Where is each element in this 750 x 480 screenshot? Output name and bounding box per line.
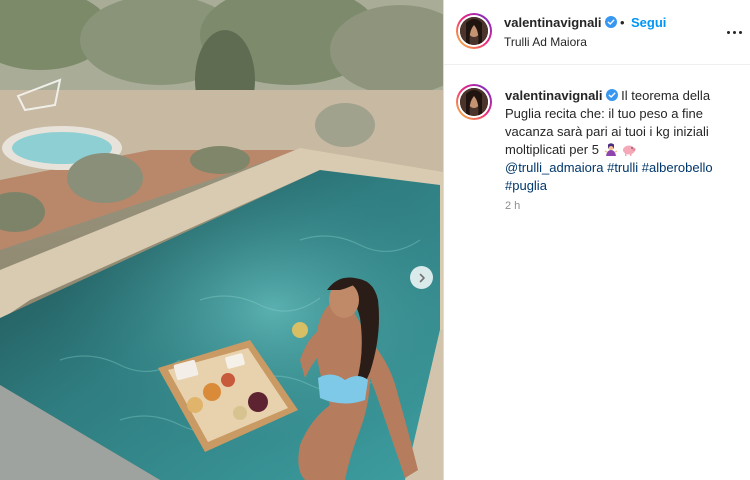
woman-shrugging-emoji-icon [604,143,617,156]
hashtag-link[interactable]: #trulli [607,160,638,175]
avatar[interactable] [456,13,492,49]
avatar-image [460,17,488,45]
verified-badge-icon [605,89,618,101]
mention-link[interactable]: @trulli_admaiora [505,160,603,175]
hashtag-link[interactable]: #alberobello [642,160,713,175]
caption-username[interactable]: valentinavignali [505,88,603,103]
more-options-icon[interactable] [724,24,744,40]
hashtag-link[interactable]: #puglia [505,178,547,193]
post-header: valentinavignali • Segui Trulli Ad Maior… [444,0,750,65]
post-side-panel: valentinavignali • Segui Trulli Ad Maior… [444,0,750,480]
separator-dot: • [620,15,625,30]
caption-avatar[interactable] [456,84,492,120]
pool-scene-image [0,0,443,480]
post-photo[interactable] [0,0,443,480]
caption-text: valentinavignali Il teorema della Puglia… [505,87,741,195]
username[interactable]: valentinavignali [504,15,617,30]
follow-button[interactable]: Segui [631,15,666,30]
chevron-right-icon [419,273,425,282]
username-text[interactable]: valentinavignali [504,15,602,30]
pig-emoji-icon [623,145,636,156]
avatar-image [460,88,488,116]
location-link[interactable]: Trulli Ad Maiora [504,35,587,49]
verified-badge-icon [604,16,617,28]
post-timestamp[interactable]: 2 h [505,200,520,212]
next-photo-button[interactable] [410,266,433,289]
